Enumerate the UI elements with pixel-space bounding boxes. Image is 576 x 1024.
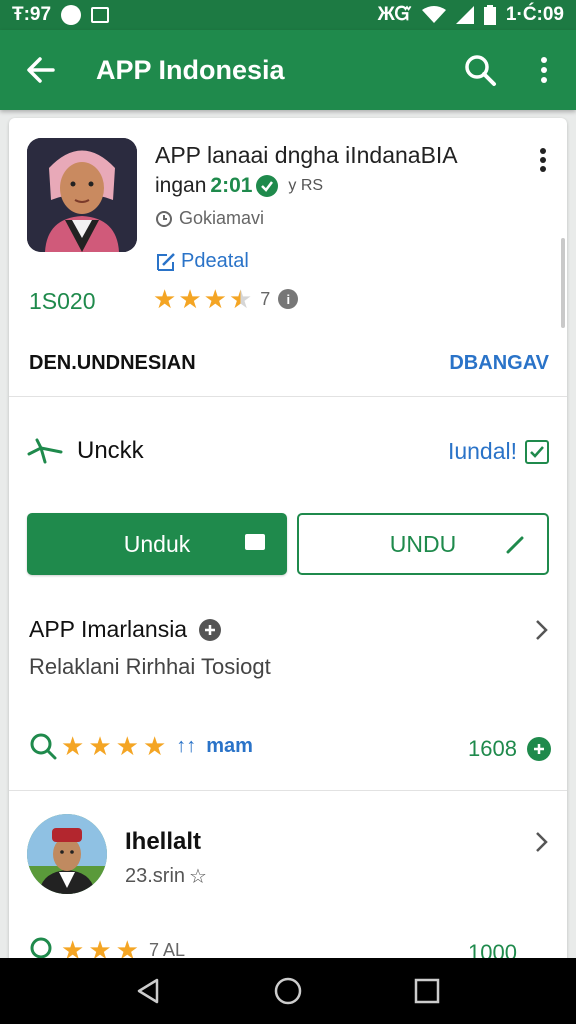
star-icon: ★: [142, 731, 167, 761]
cell-signal-icon: [455, 6, 474, 24]
avatar: [27, 814, 107, 894]
search-icon: [30, 733, 57, 760]
rating-value: 7: [260, 288, 271, 309]
signal-label: ЖᏳ: [377, 4, 412, 25]
developer-section-label: DEN.UNDNESIAN: [29, 352, 196, 374]
status-time-left: Ŧ:97: [12, 4, 52, 25]
search-icon: [465, 55, 496, 86]
star-half-icon: ★: [228, 284, 253, 314]
list-item-subtitle-row: 23.srin ☆: [125, 864, 207, 889]
developer-section-action[interactable]: DBANGAV: [449, 352, 549, 375]
more-vert-icon: [541, 57, 547, 83]
app-icon: [27, 138, 137, 252]
star-icon: ★: [153, 284, 177, 314]
clock-icon: [156, 210, 172, 227]
install-label: Unckk: [77, 437, 144, 464]
app-sub-extra: y RS: [288, 177, 324, 194]
star-icon: ★: [61, 731, 85, 761]
app-version: 2:01: [210, 174, 253, 197]
install-button[interactable]: Unduk: [27, 513, 287, 575]
download-button-label: UNDU: [389, 530, 457, 557]
back-button[interactable]: [0, 30, 80, 110]
chevron-right-icon: [536, 832, 548, 852]
leaf-icon: [27, 438, 63, 464]
list-item-subtitle: Relaklani Rirhhai Tosiogt: [29, 654, 271, 679]
star-icon: ★: [88, 731, 112, 761]
more-vert-icon: [540, 148, 546, 172]
app-bar: APP Indonesia: [0, 30, 576, 110]
checkbox-checked-icon[interactable]: [525, 439, 549, 464]
nav-back-button[interactable]: [119, 961, 179, 1021]
install-status-toggle[interactable]: Iundal!: [448, 438, 549, 465]
notification-icon: [61, 5, 82, 25]
star-icon: ★: [203, 284, 227, 314]
trend-icon: ↑↑: [176, 734, 197, 757]
developer-name: Gokiamavi: [179, 208, 265, 228]
download-count: 1S020: [29, 288, 96, 314]
download-button[interactable]: UNDU: [297, 513, 549, 575]
status-time-right: 1·Ć:09: [505, 4, 564, 25]
developer-row[interactable]: Gokiamavi: [155, 208, 264, 229]
mail-icon: [245, 534, 265, 550]
star-icon: ★: [178, 284, 202, 314]
app-name: APP lanaai dngha iIndanaBIA: [155, 142, 458, 168]
scrollbar[interactable]: [561, 238, 565, 328]
star-icon: ★: [115, 731, 139, 761]
detail-link[interactable]: Pdeatal: [155, 250, 249, 273]
list-item-title-row: APP Imarlansia: [29, 616, 222, 643]
app-version-row: ingan 2:01 y RS: [155, 174, 323, 198]
review-count: 1608: [468, 736, 517, 761]
list-item-title: APP Imarlansia: [29, 616, 188, 642]
circle-home-icon: [274, 977, 302, 1005]
review-rating-text: mam: [206, 734, 253, 757]
system-nav-bar: [0, 958, 576, 1024]
battery-icon: [483, 5, 496, 25]
list-item-title: Ihellalt: [125, 828, 202, 855]
overflow-menu-button[interactable]: [512, 30, 576, 110]
list-item[interactable]: Ihellalt 23.srin ☆: [9, 808, 567, 908]
status-bar: Ŧ:97 ЖᏳ 1·Ć:09: [0, 0, 576, 30]
arrow-back-icon: [27, 57, 55, 83]
nav-recents-button[interactable]: [397, 961, 457, 1021]
divider: [9, 396, 567, 397]
chevron-right-icon: [536, 620, 548, 640]
app-rating: ★ ★ ★ ★ 7 i: [153, 284, 299, 314]
detail-link-label: Pdeatal: [181, 250, 249, 272]
star-outline-icon: ☆: [189, 866, 207, 888]
list-item[interactable]: APP Imarlansia Relaklani Rirhhai Tosiogt: [9, 596, 567, 696]
review-rating-row: ★ ★ ★ ★ ↑↑ mam: [29, 732, 253, 760]
add-circle-icon[interactable]: [527, 737, 551, 761]
info-icon[interactable]: i: [278, 289, 299, 309]
search-button[interactable]: [448, 30, 512, 110]
app-sub-prefix: ingan: [155, 174, 207, 197]
install-row: Unckk: [27, 436, 144, 466]
page-title: APP Indonesia: [96, 54, 285, 85]
app-more-button[interactable]: [527, 144, 559, 176]
square-recents-icon: [414, 978, 439, 1004]
verified-check-icon: [256, 175, 279, 197]
add-circle-icon[interactable]: [199, 618, 222, 641]
list-item-subtitle: 23.srin: [125, 865, 186, 887]
app-detail-card: APP lanaai dngha iIndanaBIA ingan 2:01 y…: [9, 118, 567, 968]
divider: [9, 790, 567, 791]
install-status: Iundal!: [447, 438, 517, 464]
image-notification-icon: [91, 7, 110, 23]
nav-home-button[interactable]: [258, 961, 318, 1021]
pencil-icon: [506, 536, 524, 554]
install-button-label: Unduk: [123, 530, 191, 557]
edit-icon: [157, 252, 175, 271]
triangle-back-icon: [138, 978, 159, 1004]
wifi-icon: [421, 6, 446, 23]
